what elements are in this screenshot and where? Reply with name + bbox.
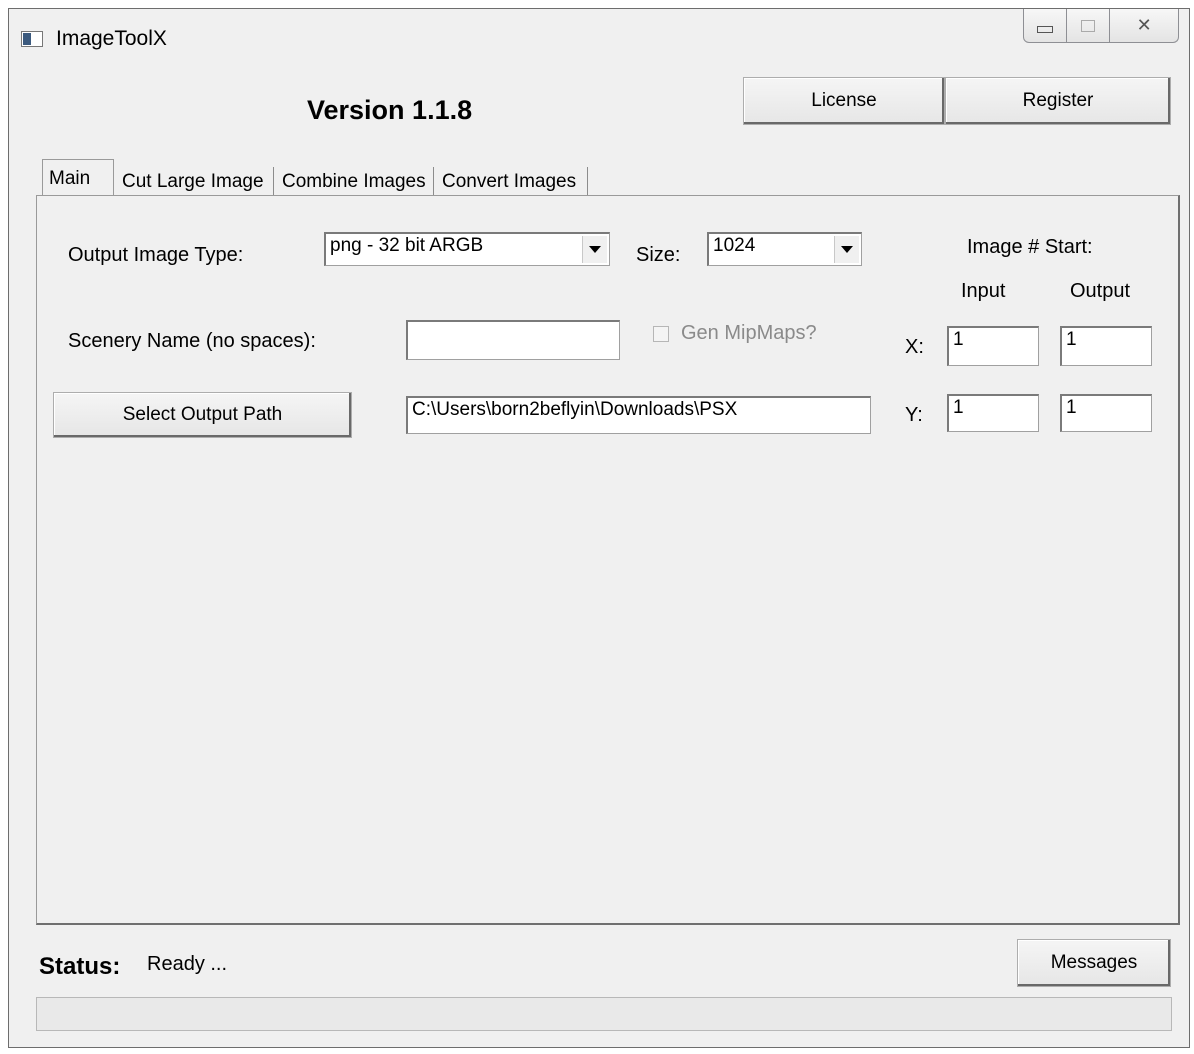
tab-cut-large-image[interactable]: Cut Large Image [116, 167, 274, 197]
tab-convert-images[interactable]: Convert Images [436, 167, 588, 197]
app-icon [21, 31, 43, 47]
close-button[interactable]: ✕ [1110, 9, 1178, 42]
y-output-field[interactable]: 1 [1060, 394, 1152, 432]
tab-combine-images[interactable]: Combine Images [276, 167, 434, 197]
chevron-down-icon[interactable] [834, 236, 859, 263]
output-type-label: Output Image Type: [68, 244, 244, 266]
x-output-field[interactable]: 1 [1060, 326, 1152, 366]
minimize-button[interactable] [1024, 9, 1068, 42]
output-column-header: Output [1070, 280, 1131, 302]
scenery-name-label: Scenery Name (no spaces): [68, 330, 316, 352]
chevron-down-icon[interactable] [582, 236, 607, 263]
image-start-label: Image # Start: [967, 236, 1093, 258]
app-window: ImageToolX ✕ Version 1.1.8 License Regis… [8, 8, 1190, 1048]
output-type-select[interactable]: png - 32 bit ARGB [324, 232, 610, 266]
window-title: ImageToolX [56, 27, 167, 50]
maximize-button[interactable] [1067, 9, 1111, 42]
close-icon: ✕ [1136, 15, 1152, 35]
status-label: Status: [39, 953, 121, 980]
status-text: Ready ... [147, 953, 228, 975]
y-input-field[interactable]: 1 [947, 394, 1039, 432]
tab-main[interactable]: Main [42, 159, 114, 199]
output-type-value: png - 32 bit ARGB [330, 235, 484, 256]
gen-mipmaps-label: Gen MipMaps? [681, 322, 817, 344]
messages-button[interactable]: Messages [1017, 939, 1171, 987]
progress-bar [36, 997, 1172, 1031]
select-output-path-button[interactable]: Select Output Path [53, 392, 352, 438]
size-label: Size: [636, 244, 681, 266]
main-tab-panel: Output Image Type: png - 32 bit ARGB Siz… [36, 195, 1180, 925]
scenery-name-input[interactable] [406, 320, 620, 360]
minimize-icon [1037, 26, 1054, 33]
input-column-header: Input [961, 280, 1006, 302]
output-path-field[interactable]: C:\Users\born2beflyin\Downloads\PSX [406, 396, 871, 434]
x-label: X: [905, 336, 924, 358]
x-input-field[interactable]: 1 [947, 326, 1039, 366]
gen-mipmaps-checkbox[interactable] [653, 326, 669, 342]
size-value: 1024 [713, 235, 756, 256]
license-button[interactable]: License [743, 77, 945, 125]
maximize-icon [1081, 19, 1096, 32]
title-bar[interactable]: ImageToolX ✕ [9, 9, 1189, 65]
y-label: Y: [905, 404, 923, 426]
register-button[interactable]: Register [945, 77, 1171, 125]
version-label: Version 1.1.8 [307, 95, 473, 125]
window-controls: ✕ [1023, 9, 1179, 43]
size-select[interactable]: 1024 [707, 232, 862, 266]
